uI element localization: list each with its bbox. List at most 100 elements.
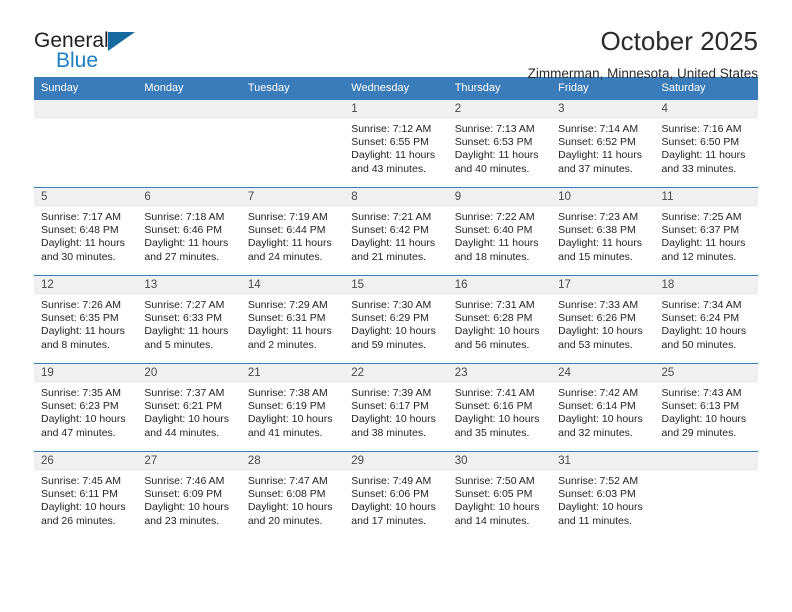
daylight-text-line1: Daylight: 11 hours [247,325,332,338]
day-details: Sunrise: 7:12 AM Sunset: 6:55 PM Daylight:… [344,119,447,176]
sunset-text: Sunset: 6:33 PM [144,312,223,325]
calendar-cell-day[interactable]: 9 Sunrise: 7:22 AM Sunset: 6:40 PM Daylight… [447,187,552,276]
daylight-text-line2: and 50 minutes. [661,338,737,351]
daylight-text-line2: and 40 minutes. [454,162,530,175]
daylight-text-line2: and 44 minutes. [144,426,220,439]
sunset-text: Sunset: 6:29 PM [351,312,429,325]
day-details: Sunrise: 7:14 AM Sunset: 6:52 PM Daylight:… [551,119,654,176]
calendar-cell-day[interactable]: 24 Sunrise: 7:42 AM Sunset: 6:14 PM Dayligh… [551,363,655,452]
calendar-cell-day[interactable]: 28 Sunrise: 7:47 AM Sunset: 6:08 PM Dayligh… [240,451,345,539]
calendar-cell-day[interactable]: 27 Sunrise: 7:46 AM Sunset: 6:09 PM Dayligh… [137,451,241,539]
cell-inner: 1 Sunrise: 7:12 AM Sunset: 6:55 PM Daylight… [344,100,448,187]
daylight-text-line1: Daylight: 11 hours [661,149,746,162]
day-number: 3 [551,100,655,119]
sunset-text: Sunset: 6:08 PM [247,488,326,501]
calendar-cell-day[interactable]: 11 Sunrise: 7:25 AM Sunset: 6:37 PM Dayligh… [654,187,758,276]
title-block: October 2025 Zimmerman, Minnesota, Unite… [528,26,758,83]
day-number: 26 [34,452,138,471]
page-header: General Blue October 2025 Zimmerman, Min… [34,0,758,81]
cell-inner [240,100,345,187]
daylight-text-line2: and 53 minutes. [558,338,633,351]
day-number: 7 [240,188,345,207]
cell-inner: 22 Sunrise: 7:39 AM Sunset: 6:17 PM Dayligh… [344,364,448,451]
sunrise-text: Sunrise: 7:41 AM [454,387,535,399]
cell-inner: 29 Sunrise: 7:49 AM Sunset: 6:06 PM Dayligh… [344,452,448,539]
daylight-text-line1: Daylight: 10 hours [351,325,436,338]
day-details: Sunrise: 7:43 AM Sunset: 6:13 PM Daylight:… [655,383,758,440]
day-details: Sunrise: 7:31 AM Sunset: 6:28 PM Daylight:… [448,295,551,352]
sunrise-text: Sunrise: 7:52 AM [558,475,639,487]
daylight-text-line2: and 56 minutes. [454,338,530,351]
day-number: 23 [447,364,552,383]
cell-inner: 2 Sunrise: 7:13 AM Sunset: 6:53 PM Daylight… [447,100,552,187]
calendar-cell-day[interactable]: 20 Sunrise: 7:37 AM Sunset: 6:21 PM Dayligh… [137,363,241,452]
calendar-table: Sunday Monday Tuesday Wednesday Thursday… [34,77,758,539]
calendar-cell-day[interactable]: 15 Sunrise: 7:30 AM Sunset: 6:29 PM Dayligh… [344,275,448,364]
calendar-cell-day[interactable]: 18 Sunrise: 7:34 AM Sunset: 6:24 PM Dayligh… [654,275,758,364]
daylight-text-line2: and 29 minutes. [661,426,737,439]
calendar-cell-day[interactable]: 4 Sunrise: 7:16 AM Sunset: 6:50 PM Daylight… [654,99,758,188]
calendar-cell-day[interactable]: 7 Sunrise: 7:19 AM Sunset: 6:44 PM Daylight… [240,187,345,276]
sunset-text: Sunset: 6:48 PM [41,224,119,237]
calendar-cell-day[interactable]: 31 Sunrise: 7:52 AM Sunset: 6:03 PM Dayligh… [551,451,655,539]
calendar-cell-day[interactable]: 25 Sunrise: 7:43 AM Sunset: 6:13 PM Dayligh… [654,363,758,452]
calendar-cell-day[interactable]: 23 Sunrise: 7:41 AM Sunset: 6:16 PM Dayligh… [447,363,552,452]
sunset-text: Sunset: 6:23 PM [41,400,119,413]
day-details: Sunrise: 7:46 AM Sunset: 6:09 PM Daylight:… [137,471,240,528]
sunrise-text: Sunrise: 7:17 AM [41,211,121,223]
daylight-text-line2: and 8 minutes. [41,338,110,351]
calendar-cell-day[interactable]: 14 Sunrise: 7:29 AM Sunset: 6:31 PM Dayligh… [240,275,345,364]
sunrise-text: Sunrise: 7:21 AM [351,211,432,223]
sunrise-text: Sunrise: 7:47 AM [247,475,328,487]
calendar-cell-day[interactable]: 1 Sunrise: 7:12 AM Sunset: 6:55 PM Daylight… [344,99,448,188]
daylight-text-line2: and 47 minutes. [41,426,116,439]
calendar-cell-day[interactable]: 22 Sunrise: 7:39 AM Sunset: 6:17 PM Dayligh… [344,363,448,452]
calendar-week-row: 26 Sunrise: 7:45 AM Sunset: 6:11 PM Dayligh… [34,451,758,539]
calendar-cell-day[interactable]: 17 Sunrise: 7:33 AM Sunset: 6:26 PM Dayligh… [551,275,655,364]
sunrise-text: Sunrise: 7:35 AM [41,387,121,399]
cell-inner: 10 Sunrise: 7:23 AM Sunset: 6:38 PM Dayligh… [551,188,655,275]
sunset-text: Sunset: 6:09 PM [144,488,223,501]
day-number: 17 [551,276,655,295]
weekday-header-sunday: Sunday [34,77,138,100]
daylight-text-line1: Daylight: 10 hours [351,413,436,426]
brand-name-blue: Blue [56,49,99,72]
daylight-text-line2: and 14 minutes. [454,514,530,527]
sunrise-text: Sunrise: 7:33 AM [558,299,639,311]
day-number: 29 [344,452,448,471]
calendar-cell-day[interactable]: 16 Sunrise: 7:31 AM Sunset: 6:28 PM Dayligh… [447,275,552,364]
cell-inner: 24 Sunrise: 7:42 AM Sunset: 6:14 PM Dayligh… [551,364,655,451]
cell-inner: 5 Sunrise: 7:17 AM Sunset: 6:48 PM Daylight… [34,188,138,275]
day-number: 27 [137,452,241,471]
calendar-cell-day[interactable]: 30 Sunrise: 7:50 AM Sunset: 6:05 PM Dayligh… [447,451,552,539]
calendar-week-row: 12 Sunrise: 7:26 AM Sunset: 6:35 PM Dayligh… [34,275,758,364]
day-details: Sunrise: 7:19 AM Sunset: 6:44 PM Daylight:… [241,207,344,264]
calendar-cell-day[interactable]: 12 Sunrise: 7:26 AM Sunset: 6:35 PM Dayligh… [34,275,138,364]
calendar-cell-day[interactable]: 21 Sunrise: 7:38 AM Sunset: 6:19 PM Dayligh… [240,363,345,452]
day-number [34,100,138,119]
sunrise-text: Sunrise: 7:25 AM [661,211,742,223]
page-title: October 2025 [600,26,758,56]
calendar-cell-day[interactable]: 19 Sunrise: 7:35 AM Sunset: 6:23 PM Dayligh… [34,363,138,452]
calendar-cell-day[interactable]: 26 Sunrise: 7:45 AM Sunset: 6:11 PM Dayligh… [34,451,138,539]
cell-inner: 26 Sunrise: 7:45 AM Sunset: 6:11 PM Dayligh… [34,452,138,539]
cell-inner: 17 Sunrise: 7:33 AM Sunset: 6:26 PM Dayligh… [551,276,655,363]
calendar-cell-day[interactable]: 6 Sunrise: 7:18 AM Sunset: 6:46 PM Daylight… [137,187,241,276]
calendar-cell-day[interactable]: 29 Sunrise: 7:49 AM Sunset: 6:06 PM Dayligh… [344,451,448,539]
brand-logo[interactable]: General Blue [34,26,144,78]
cell-inner: 18 Sunrise: 7:34 AM Sunset: 6:24 PM Dayligh… [654,276,758,363]
daylight-text-line1: Daylight: 10 hours [661,413,747,426]
calendar-cell-day[interactable]: 10 Sunrise: 7:23 AM Sunset: 6:38 PM Dayligh… [551,187,655,276]
calendar-cell-day[interactable]: 13 Sunrise: 7:27 AM Sunset: 6:33 PM Dayligh… [137,275,241,364]
calendar-cell-day[interactable]: 3 Sunrise: 7:14 AM Sunset: 6:52 PM Daylight… [551,99,655,188]
day-number: 12 [34,276,138,295]
calendar-cell-day[interactable]: 8 Sunrise: 7:21 AM Sunset: 6:42 PM Daylight… [344,187,448,276]
sunrise-text: Sunrise: 7:27 AM [144,299,225,311]
daylight-text-line1: Daylight: 10 hours [454,501,540,514]
sunrise-text: Sunrise: 7:22 AM [454,211,535,223]
sunset-text: Sunset: 6:37 PM [661,224,740,237]
day-details: Sunrise: 7:41 AM Sunset: 6:16 PM Daylight:… [448,383,551,440]
sunset-text: Sunset: 6:21 PM [144,400,223,413]
calendar-cell-day[interactable]: 5 Sunrise: 7:17 AM Sunset: 6:48 PM Daylight… [34,187,138,276]
calendar-cell-day[interactable]: 2 Sunrise: 7:13 AM Sunset: 6:53 PM Daylight… [447,99,552,188]
